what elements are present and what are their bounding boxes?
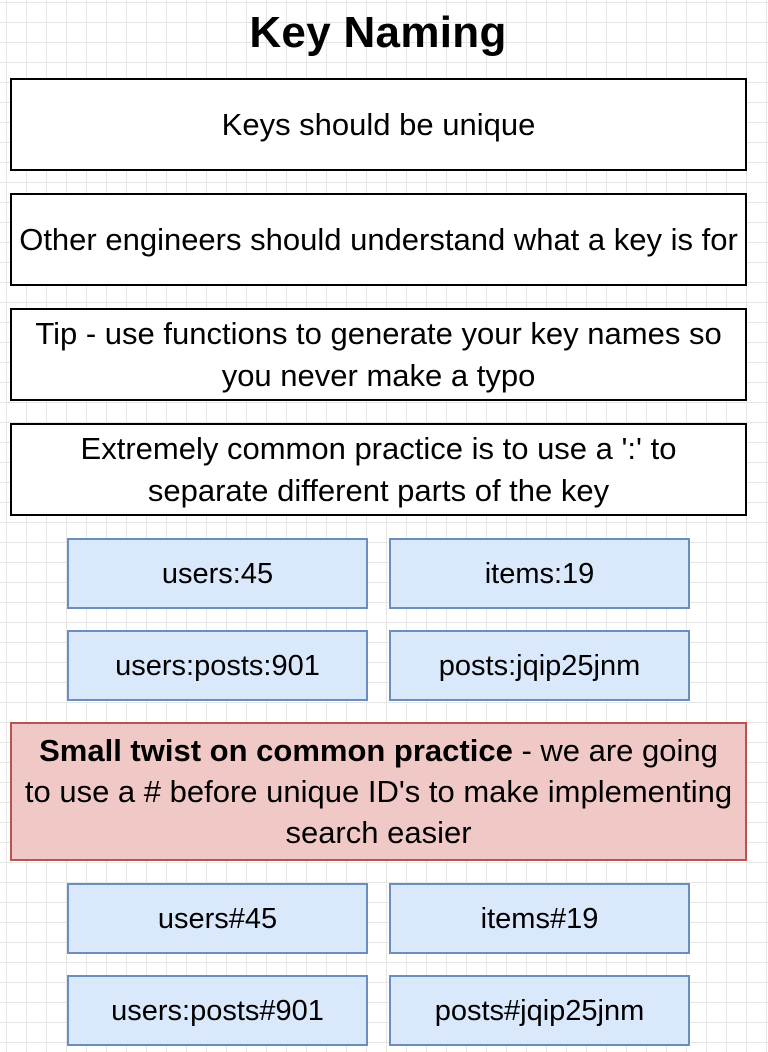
note-text: Tip - use functions to generate your key… <box>35 315 722 393</box>
note-small-twist: Small twist on common practice - we are … <box>10 722 747 861</box>
note-text: Extremely common practice is to use a ':… <box>80 430 677 508</box>
key-hash-users-posts-901: users:posts#901 <box>67 975 368 1046</box>
key-label: items:19 <box>484 557 595 590</box>
key-example-users-45: users:45 <box>67 538 368 609</box>
note-keys-unique: Keys should be unique <box>10 78 747 171</box>
twist-bold-text: Small twist on common practice <box>39 733 513 768</box>
key-label: posts#jqip25jnm <box>434 994 645 1027</box>
key-example-users-posts-901: users:posts:901 <box>67 630 368 701</box>
key-hash-posts-jqip25jnm: posts#jqip25jnm <box>389 975 690 1046</box>
key-label: users#45 <box>157 902 278 935</box>
note-colon-practice: Extremely common practice is to use a ':… <box>10 423 747 516</box>
key-label: users:posts:901 <box>115 649 320 682</box>
twist-text: Small twist on common practice - we are … <box>22 730 735 853</box>
key-label: users:45 <box>161 557 274 590</box>
key-hash-users-45: users#45 <box>67 883 368 954</box>
key-label: users:posts#901 <box>111 994 324 1027</box>
key-hash-items-19: items#19 <box>389 883 690 954</box>
key-label: items#19 <box>480 902 599 935</box>
note-text: Other engineers should understand what a… <box>19 221 738 257</box>
note-tip-functions: Tip - use functions to generate your key… <box>10 308 747 401</box>
note-engineers-understand: Other engineers should understand what a… <box>10 193 747 286</box>
diagram-title: Key Naming <box>249 8 507 57</box>
key-example-posts-jqip25jnm: posts:jqip25jnm <box>389 630 690 701</box>
key-example-items-19: items:19 <box>389 538 690 609</box>
note-text: Keys should be unique <box>221 106 536 142</box>
key-label: posts:jqip25jnm <box>438 649 641 682</box>
